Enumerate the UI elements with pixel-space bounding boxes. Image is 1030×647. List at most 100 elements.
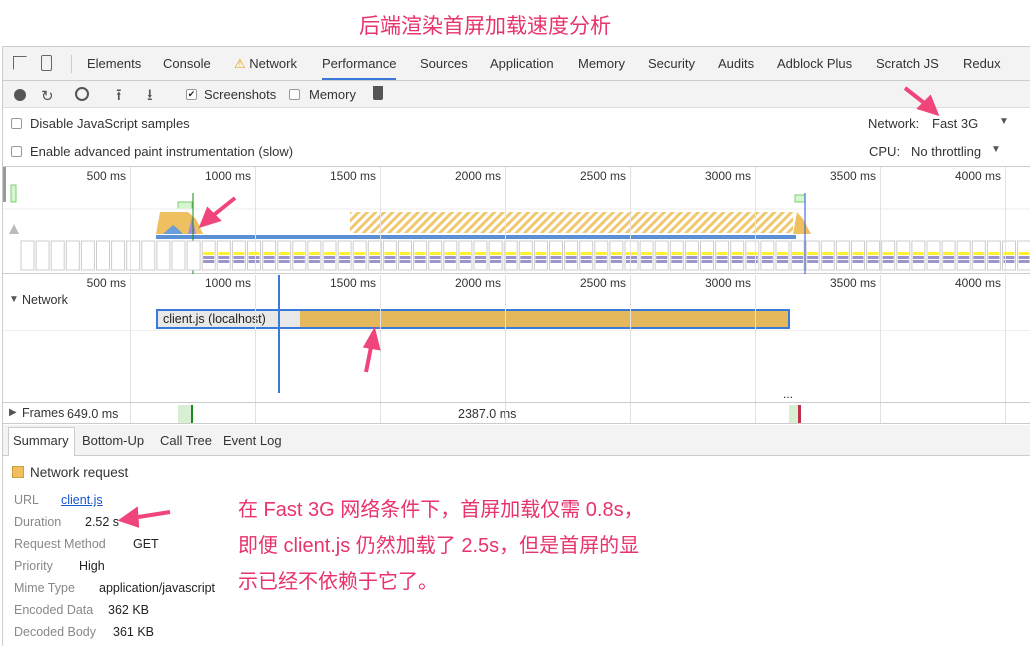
screenshot-thumbnail[interactable] bbox=[820, 240, 835, 271]
more-ellipsis[interactable]: ... bbox=[783, 387, 793, 401]
screenshot-thumbnail[interactable] bbox=[141, 240, 156, 271]
tab-console[interactable]: Console bbox=[163, 56, 211, 71]
screenshot-thumbnail[interactable] bbox=[382, 240, 397, 271]
screenshot-thumbnail[interactable] bbox=[111, 240, 126, 271]
tab-network[interactable]: ⚠ Network bbox=[234, 56, 297, 72]
screenshot-thumbnail[interactable] bbox=[307, 240, 322, 271]
tab-summary[interactable]: Summary bbox=[13, 433, 69, 448]
screenshot-thumbnail[interactable] bbox=[956, 240, 971, 271]
screenshot-thumbnail[interactable] bbox=[805, 240, 820, 271]
screenshot-thumbnail[interactable] bbox=[851, 240, 865, 271]
screenshot-thumbnail[interactable] bbox=[518, 240, 533, 271]
screenshot-thumbnail[interactable] bbox=[1017, 240, 1030, 271]
screenshot-thumbnail[interactable] bbox=[911, 240, 926, 271]
screenshot-thumbnail[interactable] bbox=[564, 240, 579, 271]
screenshot-thumbnail[interactable] bbox=[700, 240, 714, 271]
network-throttle-select[interactable]: Fast 3G bbox=[932, 116, 978, 131]
screenshot-thumbnail[interactable] bbox=[533, 240, 548, 271]
advanced-paint-checkbox[interactable] bbox=[11, 146, 22, 157]
screenshot-thumbnail[interactable] bbox=[971, 240, 986, 271]
screenshot-thumbnail[interactable] bbox=[654, 240, 669, 271]
screenshot-thumbnail[interactable] bbox=[790, 240, 805, 271]
screenshot-thumbnail[interactable] bbox=[80, 240, 95, 271]
screenshots-checkbox[interactable]: ✔ bbox=[186, 89, 197, 100]
screenshot-thumbnail[interactable] bbox=[488, 240, 503, 271]
screenshot-thumbnail[interactable] bbox=[941, 240, 956, 271]
tab-performance[interactable]: Performance bbox=[322, 56, 397, 80]
expand-triangle-icon[interactable]: ▼ bbox=[9, 294, 19, 305]
screenshot-thumbnail[interactable] bbox=[413, 240, 428, 271]
screenshot-thumbnail[interactable] bbox=[126, 240, 141, 271]
frame-block[interactable] bbox=[178, 405, 192, 423]
screenshot-thumbnail[interactable] bbox=[473, 240, 488, 271]
screenshot-thumbnail[interactable] bbox=[231, 240, 246, 271]
screenshot-thumbnail[interactable] bbox=[835, 240, 850, 271]
screenshot-thumbnail[interactable] bbox=[715, 240, 730, 271]
screenshot-thumbnail[interactable] bbox=[292, 240, 307, 271]
clear-icon[interactable] bbox=[75, 87, 89, 101]
screenshot-thumbnail[interactable] bbox=[896, 240, 911, 271]
screenshot-thumbnail[interactable] bbox=[986, 240, 1001, 271]
screenshot-thumbnail[interactable] bbox=[50, 240, 65, 271]
expand-triangle-icon[interactable]: ▶ bbox=[9, 407, 17, 418]
screenshot-thumbnail[interactable] bbox=[866, 240, 881, 271]
record-button[interactable] bbox=[14, 89, 26, 101]
screenshot-thumbnail[interactable] bbox=[322, 240, 337, 271]
timeline-main[interactable]: ▼ Network client.js (localhost) ... 500 … bbox=[3, 275, 1030, 402]
upload-icon[interactable]: ⭱ bbox=[116, 84, 122, 111]
screenshot-thumbnail[interactable] bbox=[96, 240, 110, 271]
screenshot-thumbnail[interactable] bbox=[594, 240, 609, 271]
screenshot-thumbnail[interactable] bbox=[398, 240, 412, 271]
screenshot-thumbnail[interactable] bbox=[428, 240, 443, 271]
screenshot-thumbnail[interactable] bbox=[730, 240, 745, 271]
screenshot-thumbnail[interactable] bbox=[443, 240, 458, 271]
inspect-element-icon[interactable] bbox=[13, 56, 27, 70]
screenshot-thumbnail[interactable] bbox=[503, 240, 518, 271]
screenshot-thumbnail[interactable] bbox=[65, 240, 80, 271]
screenshot-thumbnail[interactable] bbox=[669, 240, 684, 271]
timeline-overview[interactable]: 500 ms 1000 ms 1500 ms 2000 ms 2500 ms 3000 m… bbox=[3, 167, 1030, 274]
screenshot-thumbnail[interactable] bbox=[262, 240, 277, 271]
tab-sources[interactable]: Sources bbox=[420, 56, 468, 71]
tab-call-tree[interactable]: Call Tree bbox=[160, 433, 212, 448]
overview-handle[interactable] bbox=[3, 167, 6, 202]
tab-security[interactable]: Security bbox=[648, 56, 695, 71]
screenshot-thumbnail[interactable] bbox=[20, 240, 35, 271]
cpu-throttle-select[interactable]: No throttling bbox=[911, 144, 981, 159]
memory-checkbox[interactable] bbox=[289, 89, 300, 100]
screenshot-thumbnail[interactable] bbox=[579, 240, 594, 271]
screenshot-thumbnail[interactable] bbox=[639, 240, 654, 271]
screenshot-thumbnail[interactable] bbox=[171, 240, 186, 271]
screenshot-thumbnail[interactable] bbox=[760, 240, 775, 271]
screenshot-thumbnail[interactable] bbox=[745, 240, 760, 271]
screenshot-thumbnail[interactable] bbox=[337, 240, 352, 271]
screenshot-thumbnail[interactable] bbox=[881, 240, 896, 271]
reload-icon[interactable]: ↻ bbox=[41, 87, 54, 105]
network-request-bar[interactable]: client.js (localhost) bbox=[156, 309, 790, 329]
frames-track[interactable]: ▶ Frames 649.0 ms 2387.0 ms bbox=[3, 402, 1030, 424]
url-link[interactable]: client.js bbox=[61, 493, 103, 507]
screenshot-thumbnail[interactable] bbox=[609, 240, 624, 271]
tab-redux[interactable]: Redux bbox=[963, 56, 1001, 71]
tab-event-log[interactable]: Event Log bbox=[223, 433, 282, 448]
screenshot-thumbnail[interactable] bbox=[201, 240, 216, 271]
trash-icon[interactable] bbox=[373, 86, 383, 100]
tab-application[interactable]: Application bbox=[490, 56, 554, 71]
tab-adblock-plus[interactable]: Adblock Plus bbox=[777, 56, 852, 71]
tab-memory[interactable]: Memory bbox=[578, 56, 625, 71]
screenshot-thumbnail[interactable] bbox=[352, 240, 367, 271]
device-toolbar-icon[interactable] bbox=[41, 55, 52, 71]
screenshot-thumbnail[interactable] bbox=[684, 240, 699, 271]
network-track-label[interactable]: Network bbox=[22, 293, 68, 307]
tab-elements[interactable]: Elements bbox=[87, 56, 141, 71]
screenshot-thumbnail[interactable] bbox=[624, 240, 639, 271]
screenshot-thumbnail[interactable] bbox=[216, 240, 231, 271]
screenshot-thumbnail[interactable] bbox=[35, 240, 50, 271]
screenshot-thumbnail[interactable] bbox=[775, 240, 790, 271]
screenshot-thumbnail[interactable] bbox=[458, 240, 473, 271]
screenshot-thumbnail[interactable] bbox=[186, 240, 201, 271]
screenshot-thumbnail[interactable] bbox=[156, 240, 171, 271]
tab-bottom-up[interactable]: Bottom-Up bbox=[82, 433, 144, 448]
tab-audits[interactable]: Audits bbox=[718, 56, 754, 71]
screenshot-thumbnail[interactable] bbox=[247, 240, 261, 271]
